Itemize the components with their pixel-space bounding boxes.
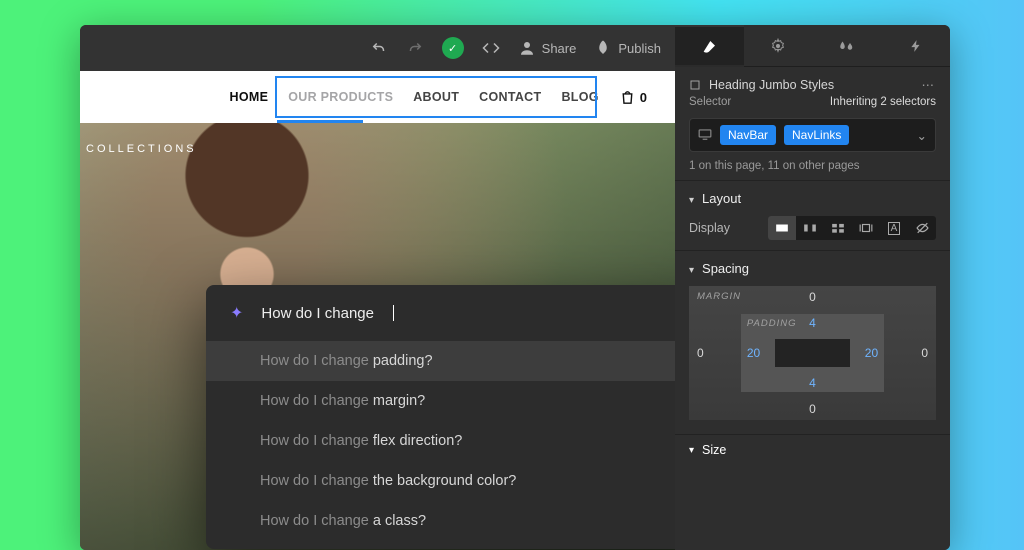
size-label: Size [702, 443, 726, 457]
desktop-icon [698, 128, 712, 143]
selector-chip[interactable]: NavLinks [784, 125, 849, 145]
spacing-section-header[interactable]: Spacing [675, 250, 950, 282]
nav-home[interactable]: HOME [230, 90, 269, 104]
padding-label: PADDING [747, 318, 797, 329]
selector-label: Selector [689, 96, 731, 108]
margin-left[interactable]: 0 [697, 346, 704, 360]
status-ok[interactable]: ✓ [442, 37, 464, 59]
text-caret [393, 305, 394, 322]
display-grid[interactable] [824, 216, 852, 240]
assistant-panel: ✦ How do I change How do I change paddin… [206, 285, 675, 549]
suggestion-item[interactable]: How do I change flex direction? [206, 421, 675, 461]
app-window: ✓ Share Publish HOME OUR PRODUCTS ABOUT … [80, 25, 950, 550]
div-icon [689, 79, 701, 91]
padding-box[interactable]: PADDING 4 4 20 20 [741, 314, 884, 392]
chevron-down-icon[interactable]: ⌄ [917, 128, 927, 143]
more-icon[interactable]: ⋯ [922, 77, 937, 92]
display-row: Display A [675, 212, 950, 250]
topbar: ✓ Share Publish [80, 25, 675, 71]
user-icon [518, 39, 536, 57]
suggestion-item[interactable]: How do I change padding? [206, 341, 675, 381]
sparkle-icon: ✦ [230, 303, 243, 323]
undo-icon [370, 39, 388, 57]
display-options: A [768, 216, 936, 240]
code-icon [482, 39, 500, 57]
publish-label: Publish [618, 41, 661, 56]
tab-style[interactable] [675, 25, 744, 66]
inline-icon: A [888, 222, 901, 235]
margin-label: MARGIN [697, 291, 741, 302]
rocket-icon [594, 39, 612, 57]
selector-chip[interactable]: NavBar [720, 125, 776, 145]
spacing-label: Spacing [702, 261, 749, 276]
content-box [775, 339, 849, 367]
cart-count: 0 [640, 90, 647, 105]
margin-right[interactable]: 0 [921, 346, 928, 360]
suggestion-item[interactable]: How do I change margin? [206, 381, 675, 421]
display-flex[interactable] [796, 216, 824, 240]
display-inline-block[interactable] [852, 216, 880, 240]
gear-icon [770, 38, 786, 54]
size-section-header[interactable]: ▾ Size [675, 434, 950, 465]
margin-top[interactable]: 0 [809, 290, 816, 304]
padding-top[interactable]: 4 [809, 316, 816, 330]
tab-settings[interactable] [744, 25, 813, 66]
style-name-row: Heading Jumbo Styles ⋯ [675, 67, 950, 96]
share-label: Share [542, 41, 577, 56]
selector-input[interactable]: NavBar NavLinks ⌄ [689, 118, 936, 152]
margin-box[interactable]: MARGIN 0 0 0 0 PADDING 4 4 20 20 [689, 286, 936, 420]
inlineblock-icon [859, 222, 873, 234]
cart-button[interactable]: 0 [619, 89, 647, 106]
display-inline[interactable]: A [880, 216, 908, 240]
canvas[interactable]: HOME OUR PRODUCTS ABOUT CONTACT BLOG 0 N… [80, 71, 675, 550]
assistant-input-row[interactable]: ✦ How do I change [206, 285, 675, 341]
tab-effects[interactable] [813, 25, 882, 66]
check-icon: ✓ [442, 37, 464, 59]
grid-icon [831, 222, 845, 234]
eye-off-icon [915, 222, 930, 234]
bag-icon [619, 89, 636, 106]
site-navbar: HOME OUR PRODUCTS ABOUT CONTACT BLOG 0 N… [80, 71, 675, 123]
suggestion-item[interactable]: How do I change the background color? [206, 461, 675, 501]
tab-interactions[interactable] [881, 25, 950, 66]
drops-icon [838, 38, 856, 54]
selector-count: 1 on this page, 11 on other pages [675, 158, 950, 180]
selector-header: Selector Inheriting 2 selectors [675, 96, 950, 114]
redo-button[interactable] [406, 39, 424, 57]
inheriting-label[interactable]: Inheriting 2 selectors [830, 96, 936, 108]
style-panel: Heading Jumbo Styles ⋯ Selector Inheriti… [675, 25, 950, 550]
style-name[interactable]: Heading Jumbo Styles [709, 78, 834, 92]
caret-icon [689, 191, 694, 206]
brush-icon [701, 39, 717, 55]
undo-button[interactable] [370, 39, 388, 57]
box-model: MARGIN 0 0 0 0 PADDING 4 4 20 20 [689, 286, 936, 420]
display-block[interactable] [768, 216, 796, 240]
publish-button[interactable]: Publish [594, 39, 661, 57]
flex-icon [803, 222, 817, 234]
redo-icon [406, 39, 424, 57]
embed-button[interactable] [482, 39, 500, 57]
caret-icon [689, 261, 694, 276]
layout-label: Layout [702, 191, 741, 206]
suggestion-item[interactable]: How do I change a class? [206, 501, 675, 549]
padding-bottom[interactable]: 4 [809, 376, 816, 390]
block-icon [775, 222, 789, 234]
main-column: ✓ Share Publish HOME OUR PRODUCTS ABOUT … [80, 25, 675, 550]
display-label: Display [689, 221, 730, 235]
navlinks-selection[interactable]: NavLinks [275, 76, 597, 118]
layout-section-header[interactable]: Layout [675, 180, 950, 212]
assistant-query: How do I change [261, 305, 374, 322]
panel-tabs [675, 25, 950, 67]
share-button[interactable]: Share [518, 39, 577, 57]
margin-bottom[interactable]: 0 [809, 402, 816, 416]
bolt-icon [909, 38, 923, 54]
hero-text: COLLECTIONS [86, 143, 197, 155]
eyebrow: COLLECTIONS [86, 143, 197, 155]
display-none[interactable] [908, 216, 936, 240]
padding-right[interactable]: 20 [865, 346, 878, 360]
caret-icon: ▾ [689, 445, 694, 456]
padding-left[interactable]: 20 [747, 346, 760, 360]
